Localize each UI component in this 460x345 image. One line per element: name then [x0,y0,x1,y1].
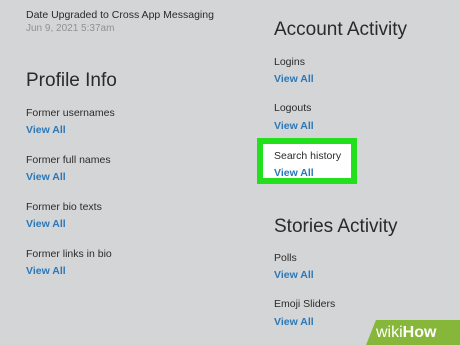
emoji-sliders-view-all-link[interactable]: View All [274,316,314,328]
logins-view-all-link[interactable]: View All [274,73,314,85]
logouts-label: Logouts [274,102,312,114]
logouts-view-all-link[interactable]: View All [274,120,314,132]
wikihow-prefix: wiki [376,324,403,341]
cross-app-messaging-date: Jun 9, 2021 5:37am [26,23,115,34]
search-history-view-all-link[interactable]: View All [274,167,314,179]
former-full-names-label: Former full names [26,154,111,166]
profile-info-heading: Profile Info [26,70,117,91]
former-bio-texts-label: Former bio texts [26,201,102,213]
account-activity-heading: Account Activity [274,19,408,40]
former-links-in-bio-label: Former links in bio [26,248,112,260]
polls-view-all-link[interactable]: View All [274,269,314,281]
search-history-label: Search history [274,150,342,162]
former-full-names-view-all-link[interactable]: View All [26,171,66,183]
former-usernames-view-all-link[interactable]: View All [26,124,66,136]
logins-label: Logins [274,56,305,68]
wikihow-watermark-logo: wikiHow [366,320,460,345]
former-usernames-label: Former usernames [26,107,115,119]
stories-activity-heading: Stories Activity [274,216,398,237]
former-links-in-bio-view-all-link[interactable]: View All [26,265,66,277]
cross-app-messaging-label: Date Upgraded to Cross App Messaging [26,9,214,21]
former-bio-texts-view-all-link[interactable]: View All [26,218,66,230]
polls-label: Polls [274,252,297,264]
wikihow-suffix: How [402,324,437,341]
emoji-sliders-label: Emoji Sliders [274,298,336,310]
